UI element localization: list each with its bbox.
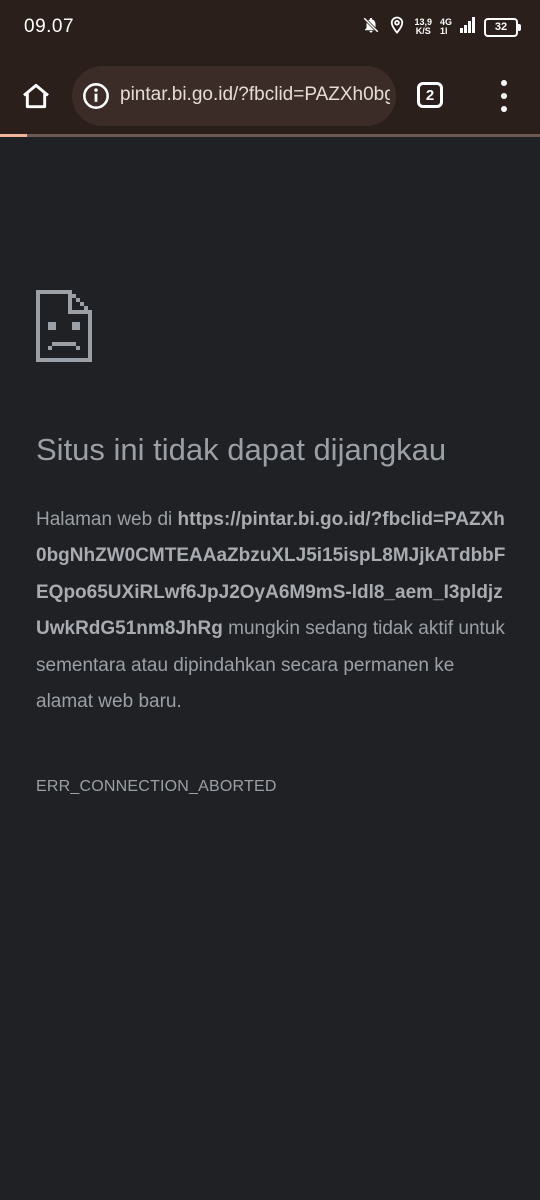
info-icon[interactable] — [82, 82, 110, 110]
url-text[interactable]: pintar.bi.go.id/?fbclid=PAZXh0bgNhZW0CMT… — [120, 84, 390, 106]
menu-dot-icon — [501, 80, 507, 86]
home-icon — [23, 83, 49, 109]
error-desc-prefix: Halaman web di — [36, 509, 178, 530]
page-load-progress-fill — [0, 134, 27, 137]
page-load-progress — [0, 134, 540, 137]
error-content: Situs ini tidak dapat dijangkau Halaman … — [36, 290, 506, 795]
address-bar[interactable]: pintar.bi.go.id/?fbclid=PAZXh0bgNhZW0CMT… — [72, 66, 396, 126]
network-type: 4G 1l — [440, 18, 452, 36]
status-time: 09.07 — [24, 16, 75, 37]
status-bar: 09.07 13,9 K/S 4G 1l 32 — [0, 0, 540, 56]
menu-dot-icon — [501, 93, 507, 99]
network-speed-unit: K/S — [415, 26, 431, 36]
location-icon — [388, 15, 406, 40]
sad-page-icon — [36, 290, 92, 362]
notifications-off-icon — [362, 16, 380, 39]
menu-button[interactable] — [490, 80, 518, 112]
status-icons: 13,9 K/S 4G 1l 32 — [362, 14, 521, 40]
browser-toolbar: pintar.bi.go.id/?fbclid=PAZXh0bgNhZW0CMT… — [0, 56, 540, 136]
error-title: Situs ini tidak dapat dijangkau — [36, 432, 447, 467]
menu-dot-icon — [501, 106, 507, 112]
battery-icon: 32 — [484, 17, 521, 37]
signal-icon — [460, 16, 476, 38]
error-description: Halaman web di https://pintar.bi.go.id/?… — [36, 502, 506, 720]
network-speed: 13,9 K/S — [414, 18, 432, 36]
tab-switcher-button[interactable]: 2 — [417, 82, 443, 108]
error-code: ERR_CONNECTION_ABORTED — [36, 778, 277, 795]
home-button[interactable] — [16, 74, 56, 118]
network-type-sub: 1l — [439, 26, 448, 36]
